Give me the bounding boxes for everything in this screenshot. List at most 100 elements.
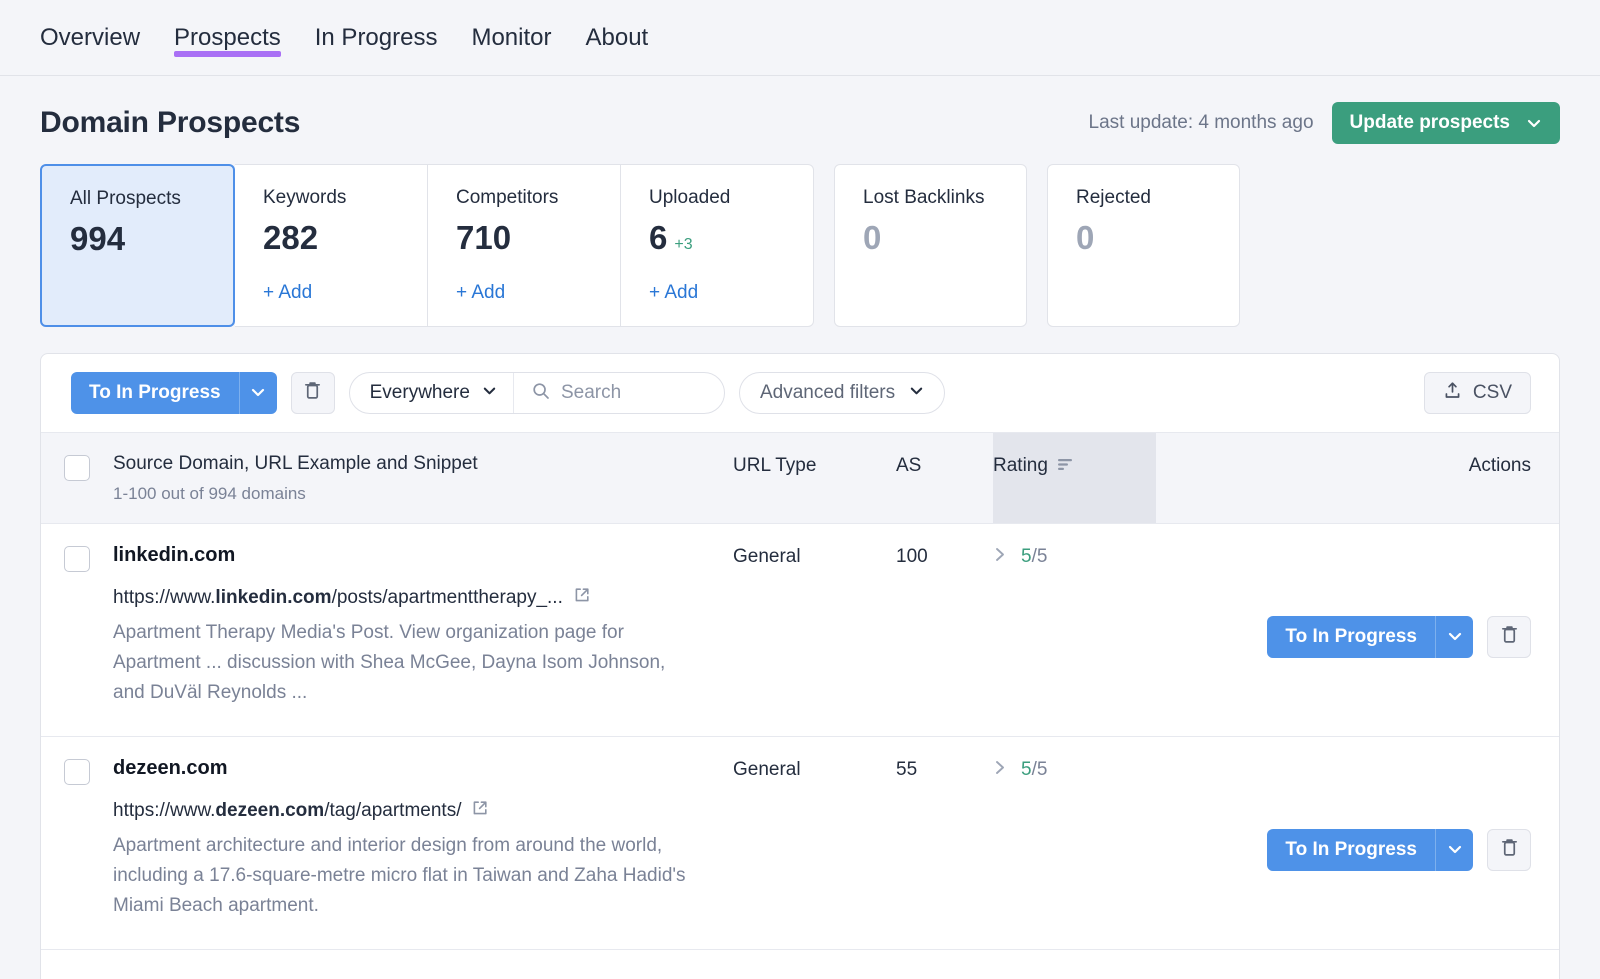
table-row[interactable]: linkedin.com https://www.linkedin.com/po… (41, 524, 1559, 737)
chevron-down-icon (250, 384, 266, 403)
stat-card-value: 282 (263, 219, 403, 257)
row-domain-name[interactable]: linkedin.com (113, 544, 733, 567)
url-prefix: https://www. (113, 587, 216, 608)
scope-and-search-group: Everywhere (348, 372, 725, 414)
rating-max: /5 (1031, 759, 1048, 780)
row-to-in-progress-dropdown[interactable] (1435, 616, 1473, 658)
rating-max: /5 (1031, 546, 1048, 567)
last-update-text: Last update: 4 months ago (1088, 112, 1314, 133)
stat-card-rejected[interactable]: Rejected 0 (1047, 164, 1240, 327)
expand-row-icon[interactable] (993, 546, 1008, 568)
nav-tab-monitor[interactable]: Monitor (454, 0, 568, 76)
external-link-icon[interactable] (471, 799, 489, 823)
prospects-panel: To In Progress Everywhere Search Advance… (40, 353, 1560, 979)
bulk-delete-button[interactable] (290, 372, 335, 414)
table-header-row: Source Domain, URL Example and Snippet 1… (41, 432, 1559, 524)
header-cell-actions: Actions (1156, 433, 1559, 523)
row-delete-button[interactable] (1487, 616, 1531, 658)
nav-tab-prospects[interactable]: Prospects (157, 0, 298, 76)
row-rating-value: 5/5 (1021, 546, 1047, 568)
scope-dropdown[interactable]: Everywhere (350, 373, 513, 413)
rating-score: 5 (1021, 759, 1032, 780)
page-header: Domain Prospects Last update: 4 months a… (0, 76, 1600, 148)
page-title: Domain Prospects (40, 106, 301, 139)
row-checkbox[interactable] (64, 759, 90, 785)
nav-tab-in-progress[interactable]: In Progress (298, 0, 455, 76)
header-cell-as[interactable]: AS (896, 433, 993, 523)
stat-card-lost-backlinks[interactable]: Lost Backlinks 0 (834, 164, 1027, 327)
row-checkbox[interactable] (64, 546, 90, 572)
stat-card-number: 6 (649, 219, 668, 256)
row-url-text: https://www.dezeen.com/tag/apartments/ (113, 800, 461, 822)
add-uploaded-link[interactable]: + Add (649, 282, 698, 304)
header-cell-rating[interactable]: Rating (993, 433, 1156, 523)
row-actions-cell: To In Progress (1156, 524, 1559, 736)
export-csv-button[interactable]: CSV (1423, 372, 1531, 414)
row-rating-value: 5/5 (1021, 759, 1047, 781)
row-delete-button[interactable] (1487, 829, 1531, 871)
stat-card-all-prospects[interactable]: All Prospects 994 (40, 164, 235, 327)
row-as-cell: 100 (896, 524, 993, 736)
row-url-type-cell: General (733, 737, 896, 949)
chevron-down-icon (1526, 115, 1542, 131)
stat-card-label: Uploaded (649, 187, 731, 208)
add-competitors-link[interactable]: + Add (456, 282, 505, 304)
header-as-label: AS (896, 455, 922, 476)
row-snippet: Apartment architecture and interior desi… (113, 835, 686, 916)
stat-card-uploaded[interactable]: Uploaded 6 +3 + Add (621, 164, 814, 327)
bulk-to-in-progress-button[interactable]: To In Progress (71, 372, 239, 414)
table-toolbar: To In Progress Everywhere Search Advance… (41, 354, 1559, 432)
row-to-in-progress-split-button: To In Progress (1267, 616, 1473, 658)
url-path: /posts/apartmenttherapy_... (331, 587, 563, 608)
expand-row-icon[interactable] (993, 759, 1008, 781)
stat-card-label: Rejected (1076, 187, 1151, 208)
url-domain: linkedin.com (215, 587, 332, 608)
external-link-icon[interactable] (573, 586, 591, 610)
header-actions-label: Actions (1468, 455, 1531, 476)
row-to-in-progress-button[interactable]: To In Progress (1267, 616, 1435, 658)
url-path: /tag/apartments/ (324, 800, 462, 821)
stat-card-competitors[interactable]: Competitors 710 + Add (428, 164, 621, 327)
row-as-cell: 55 (896, 737, 993, 949)
select-all-checkbox[interactable] (64, 455, 90, 481)
row-url-text: https://www.linkedin.com/posts/apartment… (113, 587, 563, 609)
stat-card-value: 6 +3 (649, 219, 789, 257)
row-url[interactable]: https://www.linkedin.com/posts/apartment… (113, 586, 733, 610)
add-keywords-link[interactable]: + Add (263, 282, 312, 304)
url-domain: dezeen.com (215, 800, 325, 821)
stat-card-number: 0 (1076, 219, 1095, 256)
trash-icon (1500, 837, 1519, 863)
row-actions-cell: To In Progress (1156, 737, 1559, 949)
nav-tab-label: Overview (40, 24, 141, 51)
search-input[interactable] (560, 382, 704, 404)
trash-icon (303, 380, 322, 406)
stat-card-keywords[interactable]: Keywords 282 + Add (235, 164, 428, 327)
row-to-in-progress-dropdown[interactable] (1435, 829, 1473, 871)
nav-tab-about[interactable]: About (569, 0, 666, 76)
top-navigation: Overview Prospects In Progress Monitor A… (0, 0, 1600, 76)
sort-descending-icon (1057, 457, 1074, 476)
row-rating-cell: 5/5 (993, 737, 1156, 949)
table-row[interactable]: dezeen.com https://www.dezeen.com/tag/ap… (41, 737, 1559, 950)
row-url-type: General (733, 759, 801, 780)
stat-card-number: 710 (456, 219, 512, 256)
update-prospects-button[interactable]: Update prospects (1331, 102, 1560, 144)
stat-card-number: 994 (70, 220, 126, 257)
row-to-in-progress-button[interactable]: To In Progress (1267, 829, 1435, 871)
row-url-type-cell: General (733, 524, 896, 736)
row-url[interactable]: https://www.dezeen.com/tag/apartments/ (113, 799, 733, 823)
header-cell-url-type[interactable]: URL Type (733, 433, 896, 523)
row-rating-cell: 5/5 (993, 524, 1156, 736)
row-domain-name[interactable]: dezeen.com (113, 757, 733, 780)
bulk-to-in-progress-dropdown[interactable] (238, 372, 277, 414)
nav-tab-list: Overview Prospects In Progress Monitor A… (40, 0, 665, 76)
stat-card-label: All Prospects (70, 188, 181, 209)
stat-card-label: Lost Backlinks (863, 187, 985, 208)
url-prefix: https://www. (113, 800, 216, 821)
header-rating-label: Rating (993, 455, 1048, 476)
advanced-filters-dropdown[interactable]: Advanced filters (738, 372, 946, 414)
nav-tab-overview[interactable]: Overview (40, 0, 157, 76)
row-domain-cell: dezeen.com https://www.dezeen.com/tag/ap… (113, 737, 733, 949)
scope-label: Everywhere (369, 382, 470, 403)
stat-card-value: 0 (863, 219, 1002, 257)
